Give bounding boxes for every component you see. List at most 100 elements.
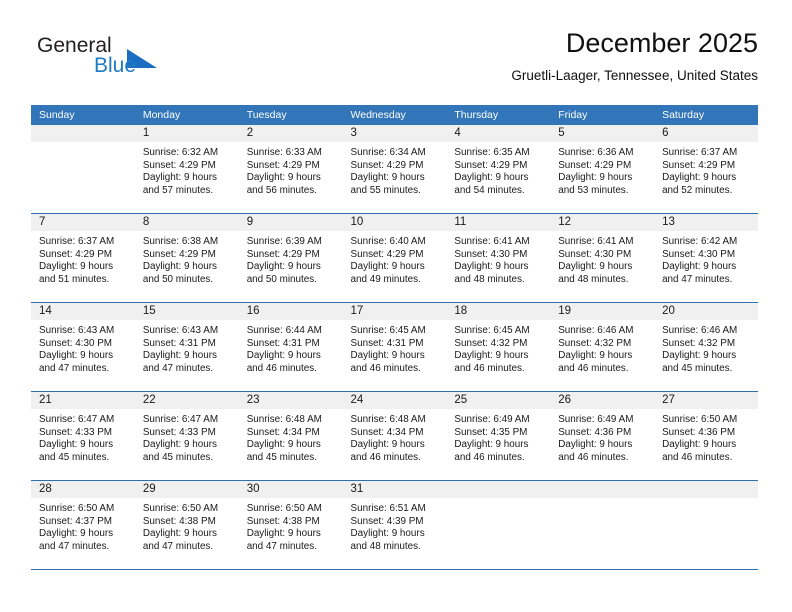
calendar-day-cell[interactable]: 17 Sunrise: 6:45 AM Sunset: 4:31 PM Dayligh… [342,302,447,392]
day-cell-content: 4 Sunrise: 6:35 AM Sunset: 4:29 PM Daylight… [446,125,551,213]
calendar-day-cell[interactable]: 11 Sunrise: 6:41 AM Sunset: 4:30 PM Dayligh… [446,213,551,303]
day-cell-content: 8 Sunrise: 6:38 AM Sunset: 4:29 PM Daylight… [134,214,239,302]
calendar-day-cell-empty [31,125,135,214]
daylight-duration-line1: Daylight: 9 hours [454,350,529,362]
day-sun-info: Sunrise: 6:48 AM Sunset: 4:34 PM Daylight:… [239,409,343,464]
daylight-duration-line1: Daylight: 9 hours [39,261,114,273]
day-number [446,481,551,498]
calendar-day-cell[interactable]: 5 Sunrise: 6:36 AM Sunset: 4:29 PM Daylight… [550,125,655,214]
calendar-day-cell[interactable]: 31 Sunrise: 6:51 AM Sunset: 4:39 PM Dayligh… [342,480,447,570]
daylight-duration-line1: Daylight: 9 hours [454,261,529,273]
day-number: 6 [654,125,758,142]
calendar-day-cell[interactable]: 23 Sunrise: 6:48 AM Sunset: 4:34 PM Dayligh… [238,391,343,481]
daylight-duration-line2: and 45 minutes. [246,451,317,463]
day-sun-info: Sunrise: 6:43 AM Sunset: 4:31 PM Daylight:… [135,320,239,375]
sunrise-time: Sunrise: 6:37 AM [39,236,115,247]
sunrise-time: Sunrise: 6:50 AM [246,503,322,514]
day-sun-info: Sunrise: 6:47 AM Sunset: 4:33 PM Daylight:… [31,409,135,464]
calendar-day-cell[interactable]: 10 Sunrise: 6:40 AM Sunset: 4:29 PM Dayligh… [342,213,447,303]
calendar-day-cell[interactable]: 30 Sunrise: 6:50 AM Sunset: 4:38 PM Dayligh… [238,480,343,570]
sunset-time: Sunset: 4:29 PM [246,159,320,171]
day-number: 16 [238,303,343,320]
sunrise-time: Sunrise: 6:38 AM [142,236,219,247]
day-sun-info: Sunrise: 6:48 AM Sunset: 4:34 PM Daylight:… [343,409,447,464]
sunset-time: Sunset: 4:29 PM [454,159,528,171]
calendar-day-cell[interactable]: 28 Sunrise: 6:50 AM Sunset: 4:37 PM Dayligh… [31,480,135,570]
day-sun-info: Sunrise: 6:35 AM Sunset: 4:29 PM Daylight:… [446,142,550,197]
day-sun-info: Sunrise: 6:45 AM Sunset: 4:32 PM Daylight:… [446,320,550,375]
sunset-time: Sunset: 4:34 PM [350,426,424,438]
sunrise-time: Sunrise: 6:48 AM [350,414,426,425]
calendar-day-cell[interactable]: 19 Sunrise: 6:46 AM Sunset: 4:32 PM Dayligh… [550,302,655,392]
daylight-duration-line1: Daylight: 9 hours [454,172,529,184]
day-cell-content: 3 Sunrise: 6:34 AM Sunset: 4:29 PM Daylight… [342,125,447,213]
sunset-time: Sunset: 4:31 PM [142,337,216,349]
calendar-day-cell[interactable]: 9 Sunrise: 6:39 AM Sunset: 4:29 PM Daylight… [238,213,343,303]
calendar-day-cell-empty [550,480,655,570]
calendar-day-cell[interactable]: 26 Sunrise: 6:49 AM Sunset: 4:36 PM Dayligh… [550,391,655,481]
daylight-duration-line2: and 45 minutes. [662,362,733,374]
day-number [31,125,135,142]
day-sun-info: Sunrise: 6:51 AM Sunset: 4:39 PM Daylight:… [343,498,447,553]
calendar-day-cell[interactable]: 20 Sunrise: 6:46 AM Sunset: 4:32 PM Dayligh… [654,302,758,392]
sunset-time: Sunset: 4:30 PM [454,248,528,260]
sunrise-time: Sunrise: 6:37 AM [662,147,738,158]
sunrise-time: Sunrise: 6:39 AM [246,236,322,247]
calendar-day-cell[interactable]: 14 Sunrise: 6:43 AM Sunset: 4:30 PM Dayligh… [31,302,135,392]
calendar-day-cell[interactable]: 3 Sunrise: 6:34 AM Sunset: 4:29 PM Daylight… [342,125,447,214]
sunrise-time: Sunrise: 6:36 AM [558,147,634,158]
day-cell-content [446,481,551,569]
daylight-duration-line2: and 47 minutes. [39,362,110,374]
sunset-time: Sunset: 4:33 PM [142,426,216,438]
calendar-day-cell[interactable]: 22 Sunrise: 6:47 AM Sunset: 4:33 PM Dayligh… [134,391,239,481]
day-number: 12 [550,214,655,231]
calendar-day-cell[interactable]: 15 Sunrise: 6:43 AM Sunset: 4:31 PM Dayligh… [134,302,239,392]
daylight-duration-line1: Daylight: 9 hours [39,350,114,362]
day-number: 26 [550,392,655,409]
day-sun-info: Sunrise: 6:41 AM Sunset: 4:30 PM Daylight:… [446,231,550,286]
calendar-day-cell[interactable]: 21 Sunrise: 6:47 AM Sunset: 4:33 PM Dayligh… [31,391,135,481]
sunrise-time: Sunrise: 6:33 AM [246,147,322,158]
day-sun-info: Sunrise: 6:40 AM Sunset: 4:29 PM Daylight:… [343,231,447,286]
sunset-time: Sunset: 4:32 PM [662,337,736,349]
day-cell-content: 22 Sunrise: 6:47 AM Sunset: 4:33 PM Dayligh… [134,392,239,480]
day-cell-content: 30 Sunrise: 6:50 AM Sunset: 4:38 PM Dayligh… [238,481,343,569]
calendar-header-row: Sunday Monday Tuesday Wednesday Thursday… [31,105,758,125]
sunrise-time: Sunrise: 6:49 AM [558,414,634,425]
sunset-time: Sunset: 4:38 PM [246,515,320,527]
day-cell-content: 2 Sunrise: 6:33 AM Sunset: 4:29 PM Daylight… [238,125,343,213]
day-sun-info: Sunrise: 6:41 AM Sunset: 4:30 PM Daylight:… [550,231,654,286]
calendar-day-cell[interactable]: 24 Sunrise: 6:48 AM Sunset: 4:34 PM Dayligh… [342,391,447,481]
day-number: 28 [31,481,135,498]
day-number: 23 [238,392,343,409]
calendar-day-cell[interactable]: 16 Sunrise: 6:44 AM Sunset: 4:31 PM Dayligh… [238,302,343,392]
sunrise-time: Sunrise: 6:47 AM [39,414,115,425]
calendar-day-cell[interactable]: 7 Sunrise: 6:37 AM Sunset: 4:29 PM Daylight… [31,213,135,303]
calendar-day-cell[interactable]: 27 Sunrise: 6:50 AM Sunset: 4:36 PM Dayligh… [654,391,758,481]
calendar-week-row: 1 Sunrise: 6:32 AM Sunset: 4:29 PM Daylight… [31,125,758,214]
day-sun-info: Sunrise: 6:37 AM Sunset: 4:29 PM Daylight:… [654,142,758,197]
sunset-time: Sunset: 4:36 PM [662,426,736,438]
calendar-day-cell[interactable]: 29 Sunrise: 6:50 AM Sunset: 4:38 PM Dayligh… [134,480,239,570]
sunset-time: Sunset: 4:39 PM [350,515,424,527]
calendar-day-cell[interactable]: 6 Sunrise: 6:37 AM Sunset: 4:29 PM Daylight… [654,125,758,214]
daylight-duration-line1: Daylight: 9 hours [558,172,633,184]
day-sun-info: Sunrise: 6:42 AM Sunset: 4:30 PM Daylight:… [654,231,758,286]
page-subtitle: Gruetli-Laager, Tennessee, United States [511,68,758,83]
weekday-header-tuesday: Tuesday [238,105,343,125]
calendar-day-cell[interactable]: 2 Sunrise: 6:33 AM Sunset: 4:29 PM Daylight… [238,125,343,214]
day-sun-info: Sunrise: 6:34 AM Sunset: 4:29 PM Daylight:… [343,142,447,197]
calendar-day-cell[interactable]: 12 Sunrise: 6:41 AM Sunset: 4:30 PM Dayligh… [550,213,655,303]
day-cell-content: 6 Sunrise: 6:37 AM Sunset: 4:29 PM Daylight… [654,125,758,213]
calendar-day-cell[interactable]: 4 Sunrise: 6:35 AM Sunset: 4:29 PM Daylight… [446,125,551,214]
calendar-day-cell[interactable]: 8 Sunrise: 6:38 AM Sunset: 4:29 PM Daylight… [134,213,239,303]
logo-text-blue: Blue [94,54,137,77]
calendar-page: General Blue December 2025 Gruetli-Laage… [0,0,792,612]
calendar-day-cell[interactable]: 1 Sunrise: 6:32 AM Sunset: 4:29 PM Daylight… [134,125,239,214]
day-cell-content [31,125,135,213]
calendar-day-cell[interactable]: 25 Sunrise: 6:49 AM Sunset: 4:35 PM Dayligh… [446,391,551,481]
day-sun-info: Sunrise: 6:38 AM Sunset: 4:29 PM Daylight:… [135,231,239,286]
calendar-day-cell[interactable]: 13 Sunrise: 6:42 AM Sunset: 4:30 PM Dayligh… [654,213,758,303]
day-number: 25 [446,392,551,409]
calendar-day-cell[interactable]: 18 Sunrise: 6:45 AM Sunset: 4:32 PM Dayligh… [446,302,551,392]
